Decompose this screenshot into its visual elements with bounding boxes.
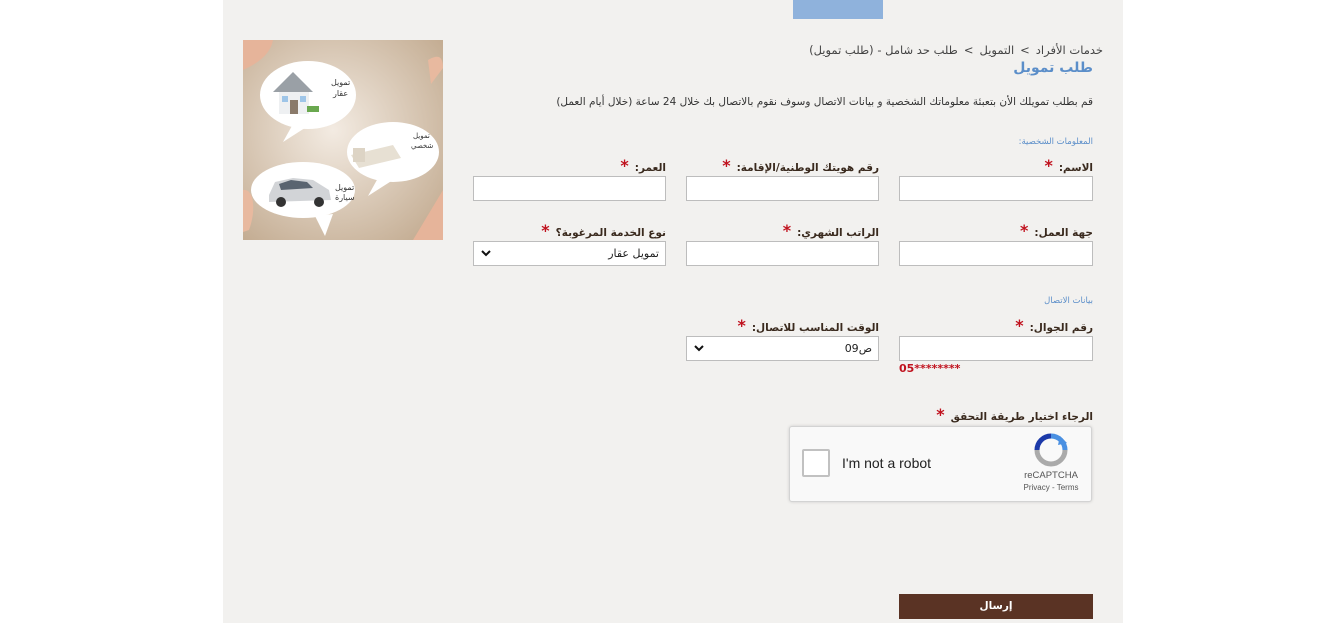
age-label: العمر:* — [620, 156, 666, 175]
recaptcha-brand: reCAPTCHA — [1024, 470, 1078, 481]
required-mark: * — [722, 156, 731, 175]
mobile-input[interactable] — [899, 336, 1093, 361]
svg-text:تمويل: تمويل — [331, 78, 350, 87]
svg-text:شخصي: شخصي — [411, 142, 433, 150]
chevron-down-icon — [694, 345, 704, 352]
name-label: الاسم:* — [1044, 156, 1093, 175]
breadcrumb: خدمات الأفراد > التمويل > طلب حد شامل - (طلب… — [760, 43, 1103, 57]
breadcrumb-separator: > — [963, 43, 974, 57]
required-mark: * — [541, 221, 550, 240]
intro-text: قم بطلب تمويلك الأن بتعبئة معلوماتك الشخ… — [556, 96, 1093, 108]
top-nav-tab[interactable] — [793, 0, 883, 19]
name-input[interactable] — [899, 176, 1093, 201]
id-label: رقم هويتك الوطنية/الإقامة:* — [722, 156, 879, 175]
salary-input[interactable] — [686, 241, 879, 266]
call-time-value: 09ص — [844, 342, 872, 355]
service-label: نوع الخدمة المرغوبة؟* — [541, 221, 666, 240]
id-number-input[interactable] — [686, 176, 879, 201]
age-input[interactable] — [473, 176, 666, 201]
salary-label: الراتب الشهري:* — [782, 221, 879, 240]
required-mark: * — [782, 221, 792, 240]
mobile-label: رقم الجوال:* — [1015, 316, 1093, 335]
svg-text:تمويل: تمويل — [413, 132, 430, 140]
breadcrumb-item-finance[interactable]: التمويل — [979, 43, 1014, 57]
required-mark: * — [1015, 316, 1024, 335]
personal-section-label: المعلومات الشخصية: — [1018, 137, 1093, 147]
recaptcha-widget: I'm not a robot reCAPTCHA Privacy - Term… — [789, 426, 1092, 502]
employer-label: جهة العمل:* — [1020, 221, 1093, 240]
recaptcha-text: I'm not a robot — [842, 455, 932, 471]
breadcrumb-item-individuals[interactable]: خدمات الأفراد — [1036, 43, 1103, 57]
recaptcha-logo-icon — [1034, 433, 1068, 467]
required-mark: * — [1020, 221, 1029, 240]
required-mark: * — [1044, 156, 1053, 175]
mobile-format-hint: 05******** — [899, 362, 961, 375]
verification-label: الرجاء اختيار طريقة التحقق* — [936, 405, 1093, 424]
submit-button[interactable]: إرسال — [899, 594, 1093, 619]
svg-text:عقار: عقار — [332, 89, 348, 98]
service-type-select[interactable]: تمويل عقار — [473, 241, 666, 266]
breadcrumb-separator: > — [1020, 43, 1030, 57]
service-type-value: تمويل عقار — [608, 247, 659, 260]
svg-text:تمويل: تمويل — [335, 183, 354, 192]
call-time-select[interactable]: 09ص — [686, 336, 879, 361]
required-mark: * — [737, 316, 746, 335]
chevron-down-icon — [481, 250, 491, 257]
svg-text:سيارة: سيارة — [335, 193, 355, 202]
call-time-label: الوقت المناسب للاتصال:* — [737, 316, 879, 335]
contact-section-label: بيانات الاتصال — [1044, 296, 1093, 306]
recaptcha-links[interactable]: Privacy - Terms — [1016, 483, 1086, 492]
employer-input[interactable] — [899, 241, 1093, 266]
page-title: طلب تمويل — [1013, 60, 1093, 76]
required-mark: * — [936, 405, 945, 424]
recaptcha-checkbox[interactable] — [802, 449, 830, 477]
required-mark: * — [620, 156, 629, 175]
breadcrumb-item-current: طلب حد شامل - (طلب تمويل) — [809, 43, 958, 57]
financing-promo-image: تمويل عقار تمويل شخصي تمويل سيارة — [243, 40, 443, 240]
